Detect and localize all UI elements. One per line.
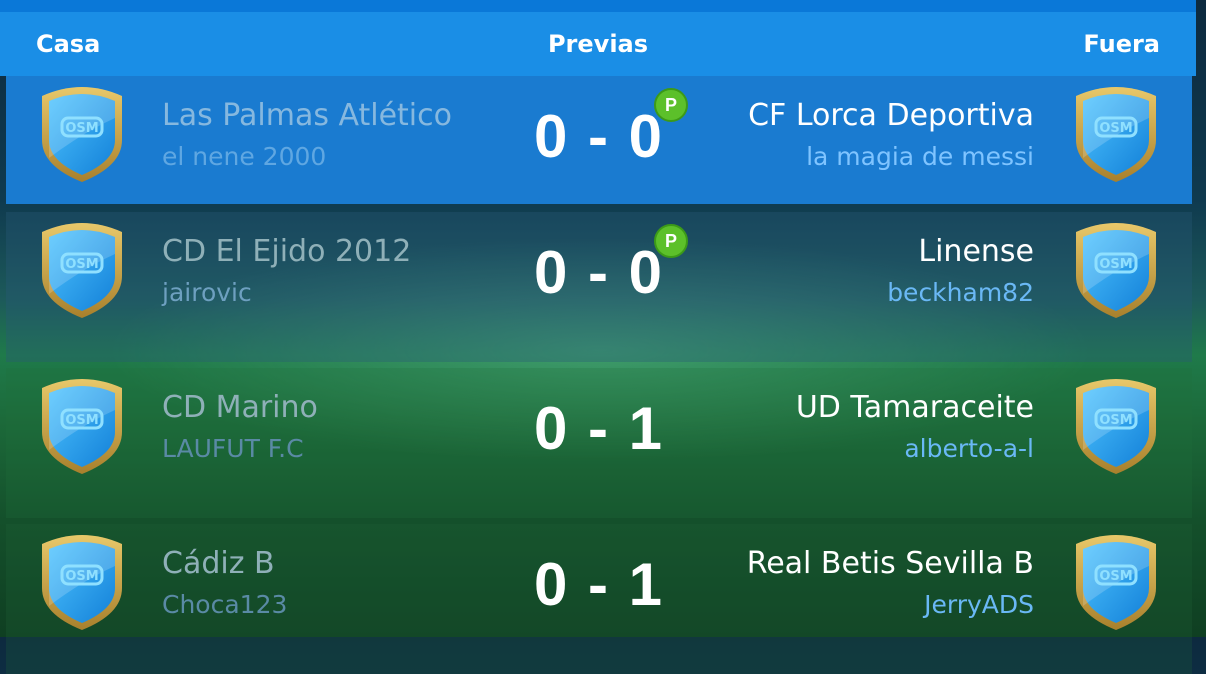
away-manager-name: alberto-a-l bbox=[904, 434, 1034, 463]
prediction-badge-icon: P bbox=[654, 88, 688, 122]
away-team-name: UD Tamaraceite bbox=[795, 390, 1034, 425]
prediction-badge-icon: P bbox=[654, 224, 688, 258]
header-away-label: Fuera bbox=[1083, 30, 1160, 58]
match-row-4[interactable]: Cádiz B Choca123 0 - 1 Real Betis Sevill… bbox=[6, 524, 1192, 674]
match-row-3[interactable]: CD Marino LAUFUT F.C 0 - 1 UD Tamaraceit… bbox=[6, 368, 1192, 518]
header-center-label: Previas bbox=[547, 30, 649, 58]
match-row-1[interactable]: Las Palmas Atlético el nene 2000 0 - 0 P… bbox=[6, 76, 1192, 204]
away-manager-name: la magia de messi bbox=[806, 142, 1034, 171]
away-team-name: Real Betis Sevilla B bbox=[746, 546, 1034, 581]
osm-club-crest-icon bbox=[1066, 78, 1166, 184]
away-manager-name: JerryADS bbox=[924, 590, 1034, 619]
match-row-2[interactable]: CD El Ejido 2012 jairovic 0 - 0 P Linens… bbox=[6, 212, 1192, 362]
away-team-name: CF Lorca Deportiva bbox=[748, 98, 1034, 133]
osm-club-crest-icon bbox=[1066, 526, 1166, 632]
away-team-name: Linense bbox=[918, 234, 1034, 269]
osm-club-crest-icon bbox=[1066, 214, 1166, 320]
matches-header: Casa Previas Fuera bbox=[0, 12, 1196, 76]
away-manager-name: beckham82 bbox=[887, 278, 1034, 307]
osm-club-crest-icon bbox=[1066, 370, 1166, 476]
